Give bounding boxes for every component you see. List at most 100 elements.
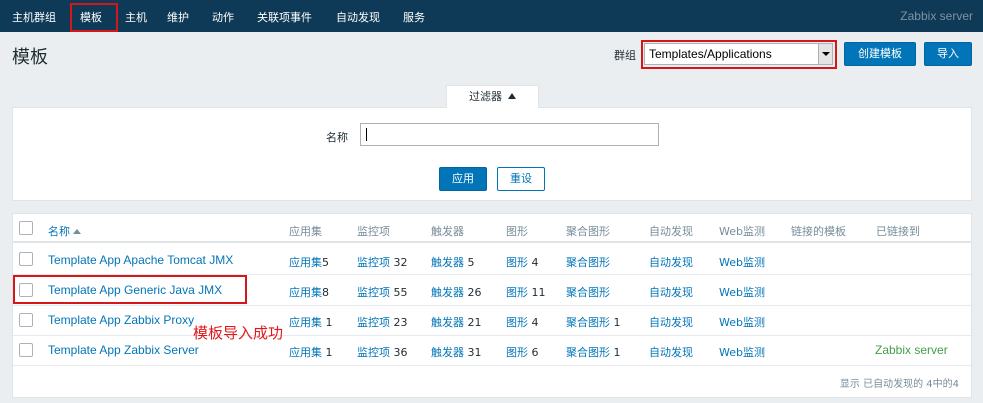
triggers-cell: 触发器 5	[431, 254, 475, 270]
create-template-button[interactable]: 创建模板	[844, 42, 916, 66]
items-count: 23	[393, 316, 408, 329]
triggers-link[interactable]: 触发器	[431, 346, 464, 359]
applications-link[interactable]: 应用集	[289, 286, 322, 299]
applications-count: 8	[322, 286, 329, 299]
screens-link[interactable]: 聚合图形	[566, 256, 610, 269]
template-name-link[interactable]: Template App Apache Tomcat JMX	[48, 253, 233, 267]
apply-button[interactable]: 应用	[439, 167, 487, 191]
applications-count: 1	[325, 346, 333, 359]
annotation-text: 模板导入成功	[193, 324, 284, 342]
graphs-cell: 图形 6	[506, 344, 539, 360]
screens-link[interactable]: 聚合图形	[566, 316, 610, 329]
linked-host-link[interactable]: Zabbix server	[875, 343, 948, 357]
graphs-count: 4	[531, 316, 539, 329]
items-link[interactable]: 监控项	[357, 256, 390, 269]
templates-highlight-box	[70, 3, 118, 32]
applications-count: 1	[325, 316, 333, 329]
applications-cell: 应用集 1	[289, 314, 333, 330]
row-highlight-box	[13, 275, 247, 304]
screens-cell: 聚合图形 1	[566, 314, 621, 330]
items-link[interactable]: 监控项	[357, 316, 390, 329]
nav-actions[interactable]: 动作	[212, 9, 234, 25]
applications-link[interactable]: 应用集	[289, 316, 322, 329]
web-link[interactable]: Web监测	[719, 314, 765, 330]
items-cell: 监控项 23	[357, 314, 408, 330]
screens-cell: 聚合图形	[566, 254, 610, 270]
items-link[interactable]: 监控项	[357, 346, 390, 359]
row-checkbox[interactable]	[19, 313, 33, 327]
row-checkbox[interactable]	[19, 252, 33, 266]
name-input[interactable]	[360, 123, 659, 146]
graphs-count: 6	[531, 346, 539, 359]
discovery-link[interactable]: 自动发现	[649, 254, 693, 270]
text-cursor	[366, 128, 367, 141]
screens-link[interactable]: 聚合图形	[566, 286, 610, 299]
triggers-count: 31	[467, 346, 482, 359]
table-row: Template App Zabbix Proxy 应用集 1 监控项 23 触…	[13, 306, 971, 336]
nav-hosts[interactable]: 主机	[125, 9, 147, 25]
discovery-link[interactable]: 自动发现	[649, 344, 693, 360]
triggers-cell: 触发器 31	[431, 344, 482, 360]
graphs-cell: 图形 4	[506, 314, 539, 330]
triggers-link[interactable]: 触发器	[431, 316, 464, 329]
col-triggers: 触发器	[431, 225, 464, 238]
triggers-count: 26	[467, 286, 482, 299]
col-name[interactable]: 名称	[48, 223, 81, 239]
triggers-count: 5	[467, 256, 475, 269]
items-cell: 监控项 32	[357, 254, 408, 270]
group-highlight-box	[641, 40, 837, 69]
import-button[interactable]: 导入	[924, 42, 972, 66]
discovery-link[interactable]: 自动发现	[649, 284, 693, 300]
name-label: 名称	[326, 131, 348, 144]
applications-count: 5	[322, 256, 329, 269]
nav-discovery[interactable]: 自动发现	[336, 9, 380, 25]
col-linked-templates: 链接的模板	[791, 225, 846, 238]
server-name: Zabbix server	[900, 9, 973, 23]
template-name-link[interactable]: Template App Zabbix Proxy	[48, 313, 194, 327]
nav-correlation[interactable]: 关联项事件	[257, 9, 312, 25]
col-applications: 应用集	[289, 225, 322, 238]
triggers-cell: 触发器 26	[431, 284, 482, 300]
items-count: 32	[393, 256, 408, 269]
triggers-link[interactable]: 触发器	[431, 256, 464, 269]
table-row: Template App Apache Tomcat JMX 应用集5 监控项 …	[13, 245, 971, 275]
col-web: Web监测	[719, 225, 765, 238]
applications-link[interactable]: 应用集	[289, 256, 322, 269]
graphs-link[interactable]: 图形	[506, 316, 528, 329]
col-items: 监控项	[357, 225, 390, 238]
row-checkbox[interactable]	[19, 343, 33, 357]
web-link[interactable]: Web监测	[719, 344, 765, 360]
screens-link[interactable]: 聚合图形	[566, 346, 610, 359]
screens-cell: 聚合图形	[566, 284, 610, 300]
template-name-link[interactable]: Template App Zabbix Server	[48, 343, 199, 357]
nav-maintenance[interactable]: 维护	[167, 9, 189, 25]
graphs-link[interactable]: 图形	[506, 256, 528, 269]
graphs-cell: 图形 4	[506, 254, 539, 270]
items-link[interactable]: 监控项	[357, 286, 390, 299]
triggers-cell: 触发器 21	[431, 314, 482, 330]
graphs-link[interactable]: 图形	[506, 346, 528, 359]
web-link[interactable]: Web监测	[719, 284, 765, 300]
discovery-link[interactable]: 自动发现	[649, 314, 693, 330]
filter-tab[interactable]: 过滤器	[446, 85, 539, 108]
screens-count: 1	[613, 346, 621, 359]
collapse-up-icon	[508, 93, 516, 99]
select-all-checkbox[interactable]	[19, 221, 33, 235]
applications-cell: 应用集8	[289, 284, 329, 300]
table-row: Template App Zabbix Server 应用集 1 监控项 36 …	[13, 336, 971, 366]
nav-services[interactable]: 服务	[403, 9, 425, 25]
web-link[interactable]: Web监测	[719, 254, 765, 270]
reset-button[interactable]: 重设	[497, 167, 545, 191]
items-cell: 监控项 36	[357, 344, 408, 360]
filter-panel	[12, 107, 972, 201]
triggers-link[interactable]: 触发器	[431, 286, 464, 299]
triggers-count: 21	[467, 316, 482, 329]
applications-link[interactable]: 应用集	[289, 346, 322, 359]
col-name-label: 名称	[48, 225, 70, 238]
table-footer-summary: 显示 已自动发现的 4中的4	[839, 379, 959, 390]
graphs-count: 11	[531, 286, 546, 299]
col-linked-to: 已链接到	[876, 225, 920, 238]
nav-host-groups[interactable]: 主机群组	[12, 9, 56, 25]
sort-ascending-icon	[73, 229, 81, 234]
graphs-link[interactable]: 图形	[506, 286, 528, 299]
